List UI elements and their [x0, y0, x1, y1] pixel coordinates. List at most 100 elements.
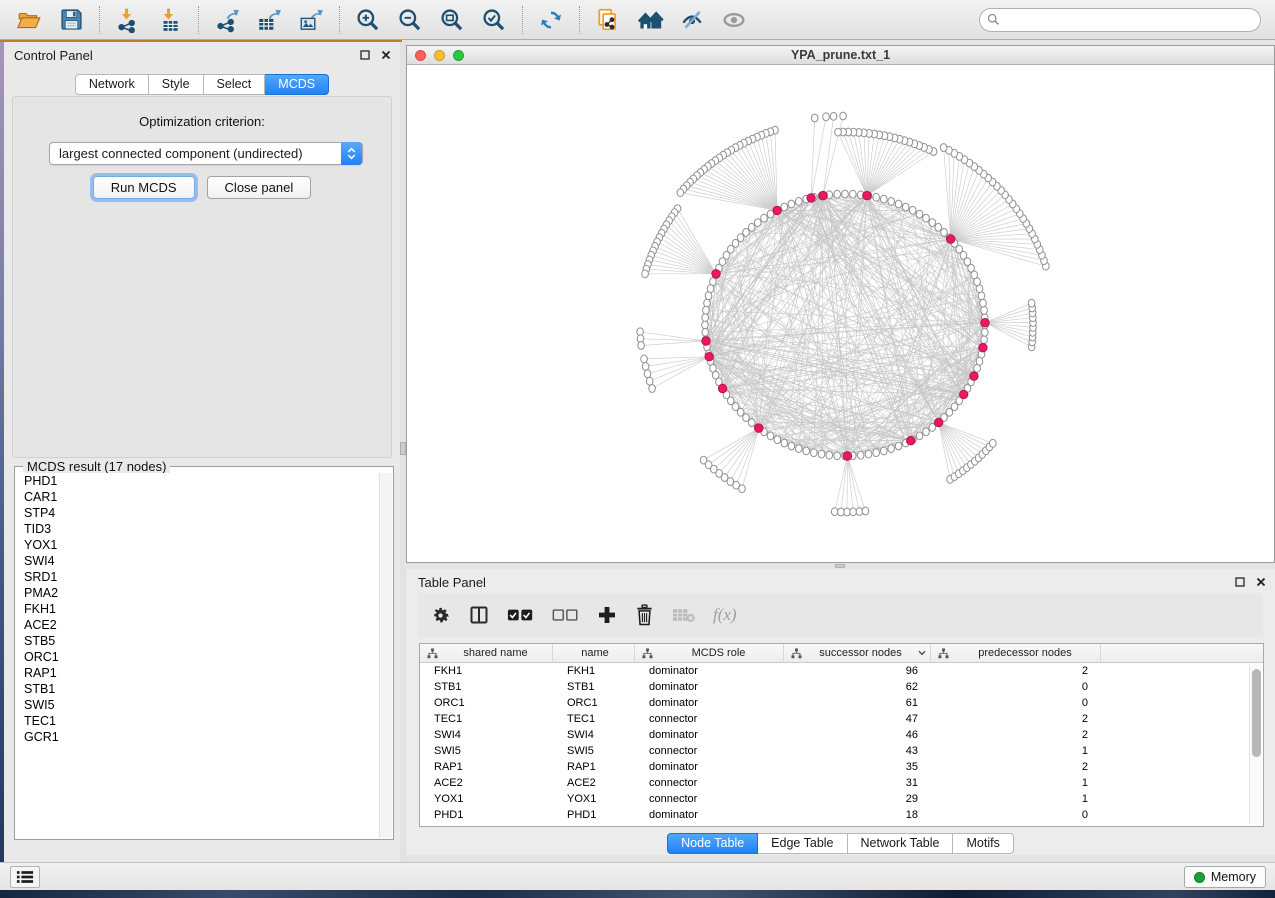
mcds-hub-node[interactable]: [819, 191, 827, 199]
cell-shared-name[interactable]: STB1: [420, 679, 553, 695]
satellite-node[interactable]: [641, 355, 648, 363]
ring-node[interactable]: [923, 214, 930, 222]
cell-successor-nodes[interactable]: 35: [784, 759, 931, 775]
criterion-dropdown[interactable]: largest connected component (undirected): [49, 142, 363, 165]
cell-name[interactable]: RAP1: [553, 759, 635, 775]
satellite-node[interactable]: [823, 113, 830, 121]
network-canvas[interactable]: [407, 65, 1274, 562]
float-window-icon[interactable]: [359, 49, 371, 61]
delete-columns-button[interactable]: [635, 604, 654, 626]
ring-node[interactable]: [788, 200, 795, 208]
cell-predecessor-nodes[interactable]: 1: [931, 743, 1101, 759]
cell-predecessor-nodes[interactable]: 1: [931, 775, 1101, 791]
mcds-hub-node[interactable]: [755, 424, 763, 432]
ring-node[interactable]: [834, 190, 841, 198]
cell-name[interactable]: SWI5: [553, 743, 635, 759]
minimize-window-traffic-light[interactable]: [434, 50, 445, 61]
first-neighbors-button[interactable]: [629, 4, 671, 36]
mcds-hub-node[interactable]: [935, 418, 943, 426]
satellite-node[interactable]: [1028, 299, 1035, 307]
tab-select[interactable]: Select: [204, 74, 266, 95]
satellite-node[interactable]: [642, 363, 649, 371]
ring-node[interactable]: [702, 328, 709, 336]
ring-node[interactable]: [826, 451, 833, 459]
ring-node[interactable]: [895, 200, 902, 208]
float-window-icon[interactable]: [1234, 576, 1246, 588]
table-scrollbar-thumb[interactable]: [1252, 669, 1261, 757]
satellite-node[interactable]: [862, 507, 869, 515]
ring-node[interactable]: [767, 432, 774, 440]
cell-successor-nodes[interactable]: 96: [784, 663, 931, 679]
function-builder-button[interactable]: f(x): [713, 605, 737, 625]
satellite-node[interactable]: [835, 128, 842, 136]
cell-successor-nodes[interactable]: 62: [784, 679, 931, 695]
mcds-result-item[interactable]: SWI4: [16, 553, 379, 569]
ring-node[interactable]: [834, 452, 841, 460]
ring-node[interactable]: [702, 321, 709, 329]
cell-name[interactable]: ORC1: [553, 695, 635, 711]
ring-node[interactable]: [980, 299, 987, 307]
ring-node[interactable]: [704, 299, 711, 307]
satellite-node[interactable]: [840, 112, 847, 120]
tab-network-table[interactable]: Network Table: [848, 833, 954, 854]
ring-node[interactable]: [857, 451, 864, 459]
ring-node[interactable]: [796, 445, 803, 453]
ring-node[interactable]: [761, 214, 768, 222]
table-row[interactable]: FKH1FKH1dominator962: [420, 663, 1263, 679]
tab-network[interactable]: Network: [75, 74, 149, 95]
table-row[interactable]: SWI5SWI5connector431: [420, 743, 1263, 759]
zoom-selected-button[interactable]: [473, 4, 515, 36]
cell-name[interactable]: PHD1: [553, 807, 635, 823]
mcds-result-item[interactable]: TID3: [16, 521, 379, 537]
add-column-button[interactable]: [597, 605, 617, 625]
cell-shared-name[interactable]: PHD1: [420, 807, 553, 823]
satellite-node[interactable]: [739, 485, 746, 493]
cell-mcds-role[interactable]: dominator: [635, 695, 784, 711]
column-header-mcds-role[interactable]: MCDS role: [635, 644, 784, 662]
mcds-result-item[interactable]: SRD1: [16, 569, 379, 585]
satellite-node[interactable]: [990, 439, 997, 447]
table-row[interactable]: ORC1ORC1dominator610: [420, 695, 1263, 711]
mcds-hub-node[interactable]: [705, 353, 713, 361]
satellite-node[interactable]: [850, 508, 857, 516]
ring-node[interactable]: [850, 190, 857, 198]
table-row[interactable]: PHD1PHD1dominator180: [420, 807, 1263, 823]
cell-predecessor-nodes[interactable]: 2: [931, 759, 1101, 775]
search-input[interactable]: [979, 8, 1261, 32]
satellite-node[interactable]: [838, 508, 845, 516]
column-header-successor-nodes[interactable]: successor nodes: [784, 644, 931, 662]
cell-name[interactable]: STB1: [553, 679, 635, 695]
mcds-result-item[interactable]: SWI5: [16, 697, 379, 713]
cell-shared-name[interactable]: ORC1: [420, 695, 553, 711]
satellite-node[interactable]: [642, 270, 649, 278]
cell-predecessor-nodes[interactable]: 0: [931, 807, 1101, 823]
ring-node[interactable]: [788, 442, 795, 450]
satellite-node[interactable]: [856, 508, 863, 516]
mcds-result-item[interactable]: PHD1: [16, 473, 379, 489]
cell-predecessor-nodes[interactable]: 2: [931, 663, 1101, 679]
cell-successor-nodes[interactable]: 61: [784, 695, 931, 711]
mcds-result-item[interactable]: RAP1: [16, 665, 379, 681]
cell-predecessor-nodes[interactable]: 1: [931, 791, 1101, 807]
column-header-predecessor-nodes[interactable]: predecessor nodes: [931, 644, 1101, 662]
ring-node[interactable]: [703, 306, 710, 314]
ring-node[interactable]: [803, 447, 810, 455]
cell-name[interactable]: ACE2: [553, 775, 635, 791]
mcds-result-item[interactable]: GCR1: [16, 729, 379, 745]
ring-node[interactable]: [873, 449, 880, 457]
column-header-name[interactable]: name: [553, 644, 635, 662]
cell-mcds-role[interactable]: connector: [635, 743, 784, 759]
ring-node[interactable]: [743, 414, 750, 422]
satellite-node[interactable]: [646, 377, 653, 385]
close-panel-icon[interactable]: [380, 49, 392, 61]
export-table-button[interactable]: [248, 4, 290, 36]
mcds-hub-node[interactable]: [843, 452, 851, 460]
zoom-fit-button[interactable]: [431, 4, 473, 36]
mcds-result-item[interactable]: PMA2: [16, 585, 379, 601]
tab-motifs[interactable]: Motifs: [953, 833, 1013, 854]
table-row[interactable]: STB1STB1dominator620: [420, 679, 1263, 695]
import-table-button[interactable]: [149, 4, 191, 36]
cell-name[interactable]: YOX1: [553, 791, 635, 807]
mcds-hub-node[interactable]: [981, 319, 989, 327]
tab-style[interactable]: Style: [149, 74, 204, 95]
